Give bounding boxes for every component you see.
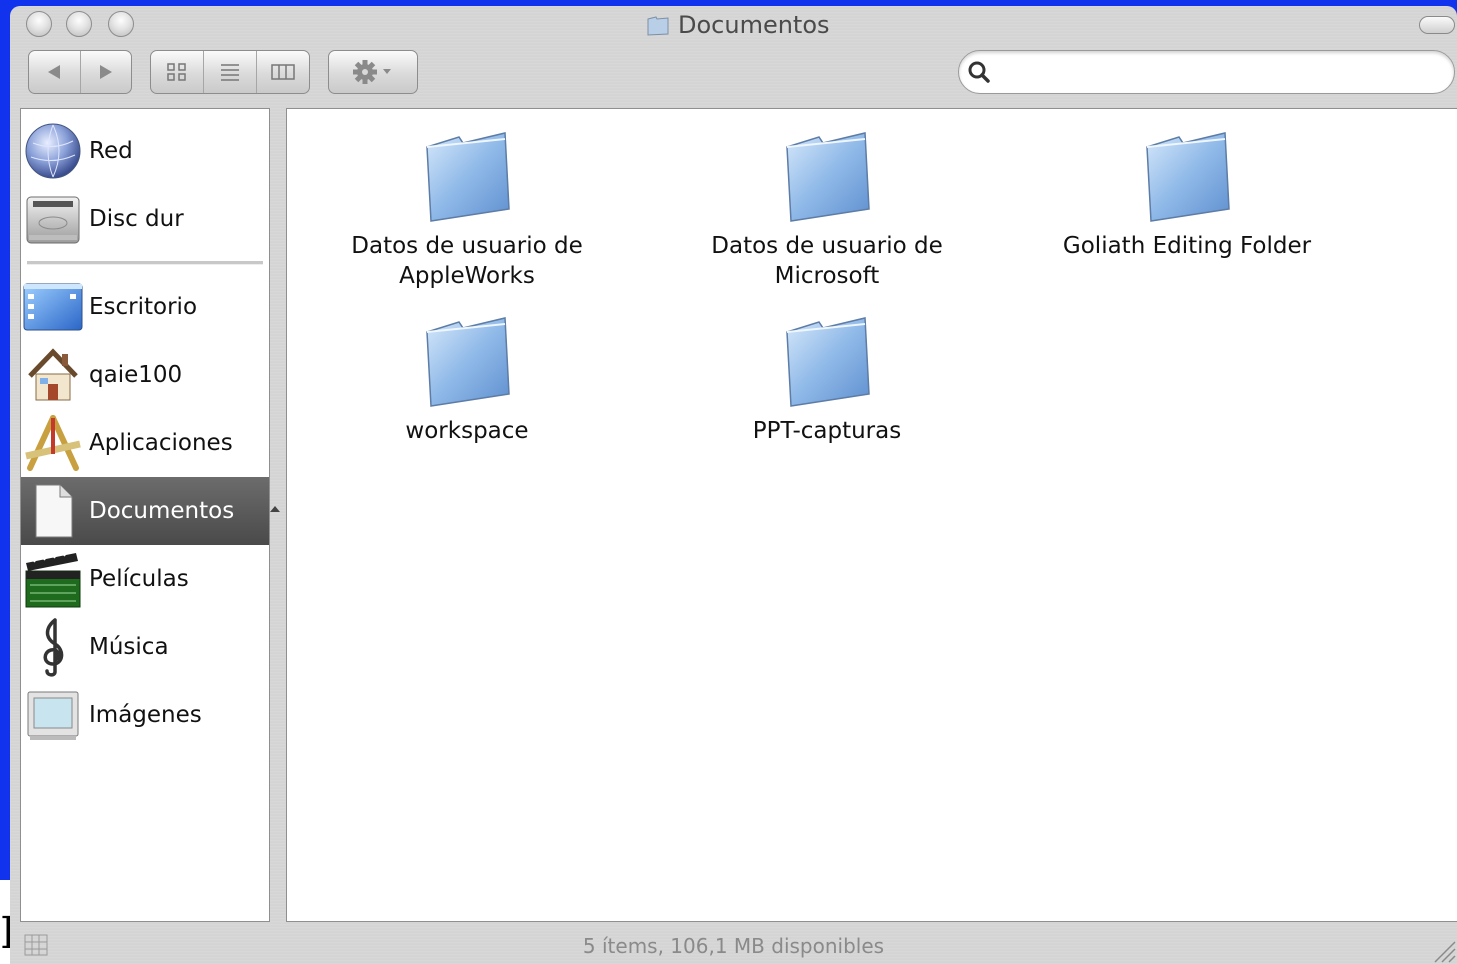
resize-grip-icon[interactable] [1431, 938, 1457, 964]
sidebar-item-label: qaie100 [89, 362, 183, 388]
sidebar-item-peliculas[interactable]: Películas [21, 545, 269, 613]
column-view-button[interactable] [256, 51, 309, 93]
search-field[interactable] [958, 50, 1455, 94]
action-menu-button[interactable] [328, 50, 418, 94]
gear-icon [353, 60, 391, 84]
folder-icon [647, 16, 669, 36]
back-button[interactable] [29, 51, 80, 93]
back-arrow-icon [48, 65, 61, 79]
toolbar [10, 46, 1457, 108]
sidebar-resize-arrow[interactable] [270, 506, 280, 512]
toolbar-toggle-button[interactable] [1419, 16, 1455, 34]
sidebar-item-aplicaciones[interactable]: Aplicaciones [21, 409, 269, 477]
sidebar-item-documentos[interactable]: Documentos [21, 477, 269, 545]
file-browser-content: Datos de usuario de AppleWorks Datos de … [286, 108, 1457, 922]
sidebar-item-label: Música [89, 634, 169, 660]
sidebar-item-red[interactable]: Red [21, 117, 269, 185]
sidebar-item-label: Películas [89, 566, 189, 592]
folder-icon [426, 317, 510, 407]
sidebar: Red Disc dur Escritorio qaie100 Aplicaci… [20, 108, 270, 922]
close-button[interactable] [26, 11, 52, 37]
list-view-icon [221, 64, 239, 81]
zoom-button[interactable] [108, 11, 134, 37]
sidebar-item-escritorio[interactable]: Escritorio [21, 273, 269, 341]
search-icon [968, 61, 990, 83]
pictures-icon [21, 683, 85, 747]
sidebar-item-label: Documentos [89, 498, 235, 524]
icon-view-icon [167, 63, 186, 81]
search-input[interactable] [999, 53, 1454, 91]
forward-arrow-icon [99, 65, 112, 79]
folder-name: Datos de usuario de AppleWorks [351, 233, 583, 289]
sidebar-item-label: Escritorio [89, 294, 198, 320]
forward-button[interactable] [79, 51, 132, 93]
sidebar-item-imagenes[interactable]: Imágenes [21, 681, 269, 749]
folder-item-workspace[interactable]: workspace [297, 312, 637, 446]
folder-item-microsoft[interactable]: Datos de usuario de Microsoft [657, 127, 997, 291]
sidebar-item-label: Red [89, 138, 133, 164]
documents-icon [21, 479, 85, 543]
folder-item-goliath[interactable]: Goliath Editing Folder [1017, 127, 1357, 261]
status-bar: 5 ítems, 106,1 MB disponibles [10, 924, 1457, 964]
window-title-text: Documentos [678, 11, 830, 39]
sidebar-item-label: Disc dur [89, 206, 184, 232]
back-forward-control [28, 50, 132, 94]
sidebar-item-label: Aplicaciones [89, 430, 233, 456]
network-globe-icon [21, 119, 85, 183]
sidebar-item-label: Imágenes [89, 702, 202, 728]
minimize-button[interactable] [66, 11, 92, 37]
music-clef-icon [21, 615, 85, 679]
list-view-button[interactable] [203, 51, 256, 93]
desktop-icon [21, 275, 85, 339]
folder-name: workspace [405, 418, 529, 444]
sidebar-divider [27, 261, 263, 265]
folder-icon [1146, 132, 1230, 222]
movies-clapper-icon [21, 547, 85, 611]
folder-icon [426, 132, 510, 222]
folder-item-ppt-capturas[interactable]: PPT-capturas [657, 312, 997, 446]
sidebar-item-musica[interactable]: Música [21, 613, 269, 681]
action-menu-inner [329, 51, 417, 93]
folder-icon [786, 132, 870, 222]
folder-item-appleworks[interactable]: Datos de usuario de AppleWorks [297, 127, 637, 291]
home-icon [21, 343, 85, 407]
icon-view-button[interactable] [151, 51, 203, 93]
window-title: Documentos [646, 10, 830, 40]
view-mode-control [150, 50, 310, 94]
folder-name: Goliath Editing Folder [1062, 233, 1312, 259]
column-view-icon [271, 64, 295, 80]
applications-icon [21, 411, 85, 475]
hard-disk-icon [21, 187, 85, 251]
sidebar-item-disc-dur[interactable]: Disc dur [21, 185, 269, 253]
finder-window: Documentos Red Disc dur Escritorio qaie1… [10, 6, 1457, 964]
folder-icon [786, 317, 870, 407]
status-text: 5 ítems, 106,1 MB disponibles [582, 934, 885, 958]
folder-name: PPT-capturas [752, 418, 902, 444]
sidebar-item-qaie100[interactable]: qaie100 [21, 341, 269, 409]
folder-name: Datos de usuario de Microsoft [711, 233, 943, 289]
title-bar[interactable]: Documentos [10, 6, 1457, 46]
